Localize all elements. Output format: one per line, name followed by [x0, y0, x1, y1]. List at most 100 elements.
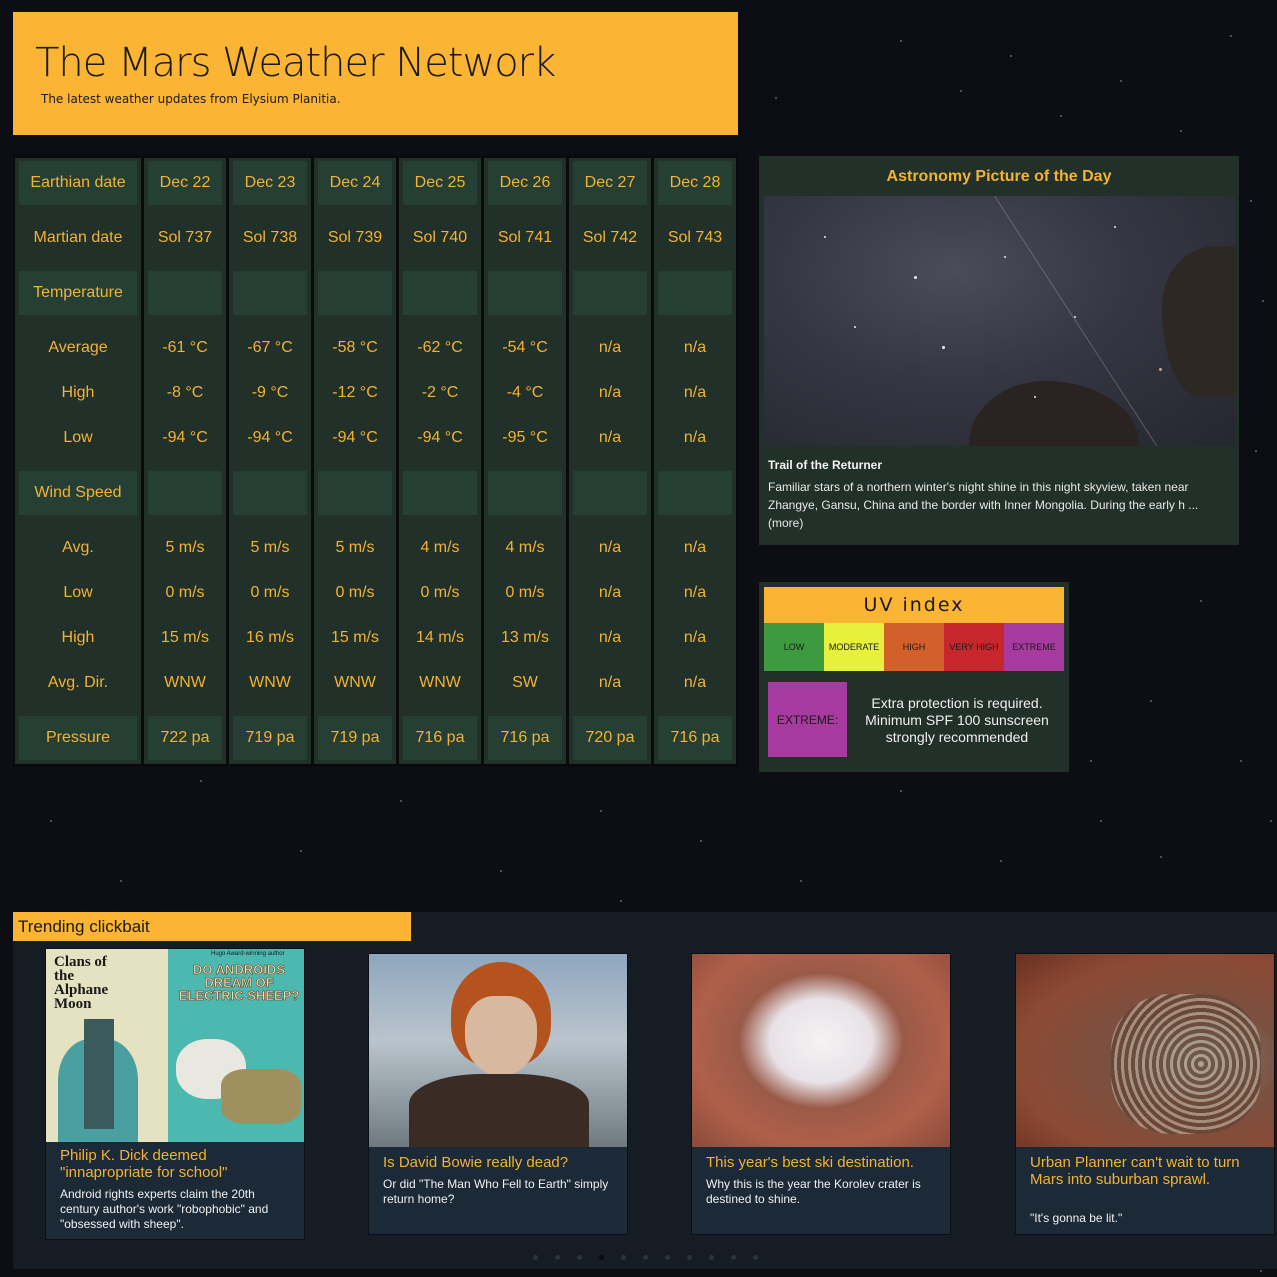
card-title[interactable]: Urban Planner can't wait to turn Mars in… [1030, 1154, 1266, 1188]
weather-cell [658, 471, 732, 515]
weather-day-column: Dec 26 Sol 741 -54 °C -4 °C -95 °C 4 m/s 0 m/s… [484, 158, 566, 764]
weather-cell: n/a [683, 584, 707, 601]
weather-row-label: High [61, 629, 95, 646]
book-cover-image: Clans of the Alphane Moon Hugo Award-win… [46, 949, 304, 1142]
weather-row-label: Wind Speed [19, 471, 137, 515]
carousel-dot[interactable] [665, 1255, 670, 1260]
weather-cell: n/a [598, 674, 622, 691]
carousel-dot[interactable] [753, 1255, 758, 1260]
weather-cell: Sol 742 [582, 229, 638, 246]
weather-cell: Dec 25 [403, 161, 477, 205]
apod-panel: Astronomy Picture of the Day Trail of th… [759, 156, 1239, 545]
weather-cell: 0 m/s [165, 584, 205, 601]
uv-level-extreme: EXTREME [1004, 623, 1064, 671]
carousel-dot[interactable] [731, 1255, 736, 1260]
carousel-dot[interactable] [687, 1255, 692, 1260]
card-body: "It's gonna be lit." [1030, 1211, 1123, 1225]
uv-level-high: HIGH [884, 623, 944, 671]
weather-row-label: Low [63, 584, 93, 601]
weather-cell: -9 °C [251, 384, 289, 401]
trending-card[interactable]: Clans of the Alphane Moon Hugo Award-win… [45, 948, 305, 1240]
weather-table: Earthian date Martian date Temperature Aver… [13, 155, 738, 767]
weather-day-column: Dec 25 Sol 740 -62 °C -2 °C -94 °C 4 m/s 0 m/s… [399, 158, 481, 764]
card-title[interactable]: Philip K. Dick deemed "innapropriate for… [60, 1147, 296, 1181]
weather-cell [233, 271, 307, 315]
weather-cell: 720 pa [573, 716, 647, 760]
weather-cell [488, 471, 562, 515]
weather-cell: -61 °C [162, 339, 208, 356]
weather-cell: n/a [598, 629, 622, 646]
weather-day-column: Dec 27 Sol 742 n/a n/a n/a n/a n/a n/a n/a 720 pa [569, 158, 651, 764]
weather-day-column: Dec 24 Sol 739 -58 °C -12 °C -94 °C 5 m/s 0 m/… [314, 158, 396, 764]
weather-cell: -8 °C [166, 384, 204, 401]
carousel-pagination [533, 1255, 758, 1260]
weather-cell: n/a [683, 429, 707, 446]
uv-level-moderate: MODERATE [824, 623, 884, 671]
weather-cell: -12 °C [332, 384, 378, 401]
weather-cell: 719 pa [318, 716, 392, 760]
carousel-dot[interactable] [709, 1255, 714, 1260]
card-title[interactable]: This year's best ski destination. [706, 1154, 942, 1171]
weather-cell: Sol 741 [497, 229, 553, 246]
trending-section: Trending clickbait Clans of the Alphane … [13, 912, 1277, 1269]
weather-cell: -67 °C [247, 339, 293, 356]
weather-cell [403, 271, 477, 315]
uv-index-panel: UV index LOW MODERATE HIGH VERY HIGH EXTREME… [759, 582, 1069, 772]
apod-image[interactable] [764, 196, 1235, 446]
weather-cell: -95 °C [502, 429, 548, 446]
carousel-dot[interactable] [555, 1255, 560, 1260]
weather-cell: 0 m/s [335, 584, 375, 601]
weather-cell: 15 m/s [330, 629, 379, 646]
site-subtitle: The latest weather updates from Elysium … [41, 92, 341, 106]
weather-cell: SW [512, 674, 538, 691]
weather-cell: Dec 22 [148, 161, 222, 205]
trending-card[interactable]: Urban Planner can't wait to turn Mars in… [1015, 953, 1275, 1235]
weather-cell: 716 pa [488, 716, 562, 760]
carousel-dot[interactable] [643, 1255, 648, 1260]
weather-cell [233, 471, 307, 515]
site-header: The Mars Weather Network The latest weat… [13, 12, 738, 135]
apod-heading: Astronomy Picture of the Day [886, 168, 1112, 185]
weather-cell: 5 m/s [165, 539, 205, 556]
weather-cell: 0 m/s [505, 584, 545, 601]
weather-cell: 4 m/s [505, 539, 545, 556]
weather-cell: Dec 24 [318, 161, 392, 205]
weather-cell: 722 pa [148, 716, 222, 760]
card-body: Or did "The Man Who Fell to Earth" simpl… [383, 1177, 609, 1206]
weather-day-column: Dec 22 Sol 737 -61 °C -8 °C -94 °C 5 m/s 0 m/s… [144, 158, 226, 764]
weather-cell: 15 m/s [160, 629, 209, 646]
weather-cell: 0 m/s [250, 584, 290, 601]
weather-cell: 716 pa [658, 716, 732, 760]
weather-cell [148, 271, 222, 315]
weather-cell: 5 m/s [250, 539, 290, 556]
weather-cell [318, 471, 392, 515]
apod-description[interactable]: Familiar stars of a northern winter's ni… [768, 478, 1223, 532]
korolev-crater-image [692, 954, 950, 1147]
carousel-dot[interactable] [599, 1255, 604, 1260]
weather-cell: -2 °C [421, 384, 459, 401]
weather-cell: -4 °C [506, 384, 544, 401]
card-title[interactable]: Is David Bowie really dead? [383, 1154, 619, 1171]
weather-cell: 16 m/s [245, 629, 294, 646]
weather-cell: 0 m/s [420, 584, 460, 601]
site-title: The Mars Weather Network [35, 40, 556, 86]
weather-cell: n/a [683, 384, 707, 401]
trending-card[interactable]: This year's best ski destination. Why th… [691, 953, 951, 1235]
carousel-dot[interactable] [621, 1255, 626, 1260]
weather-cell: -58 °C [332, 339, 378, 356]
weather-cell: Dec 27 [573, 161, 647, 205]
carousel-dot[interactable] [577, 1255, 582, 1260]
weather-cell: n/a [598, 584, 622, 601]
weather-cell: Sol 740 [412, 229, 468, 246]
weather-cell: 14 m/s [415, 629, 464, 646]
weather-cell: WNW [249, 674, 291, 691]
trending-card[interactable]: Is David Bowie really dead? Or did "The … [368, 953, 628, 1235]
weather-row-label: Avg. Dir. [47, 674, 109, 691]
weather-cell: 719 pa [233, 716, 307, 760]
weather-cell: Dec 28 [658, 161, 732, 205]
carousel-dot[interactable] [533, 1255, 538, 1260]
mars-city-image [1016, 954, 1274, 1147]
weather-cell: 716 pa [403, 716, 477, 760]
weather-cell: -94 °C [332, 429, 378, 446]
card-body: Android rights experts claim the 20th ce… [60, 1187, 269, 1231]
